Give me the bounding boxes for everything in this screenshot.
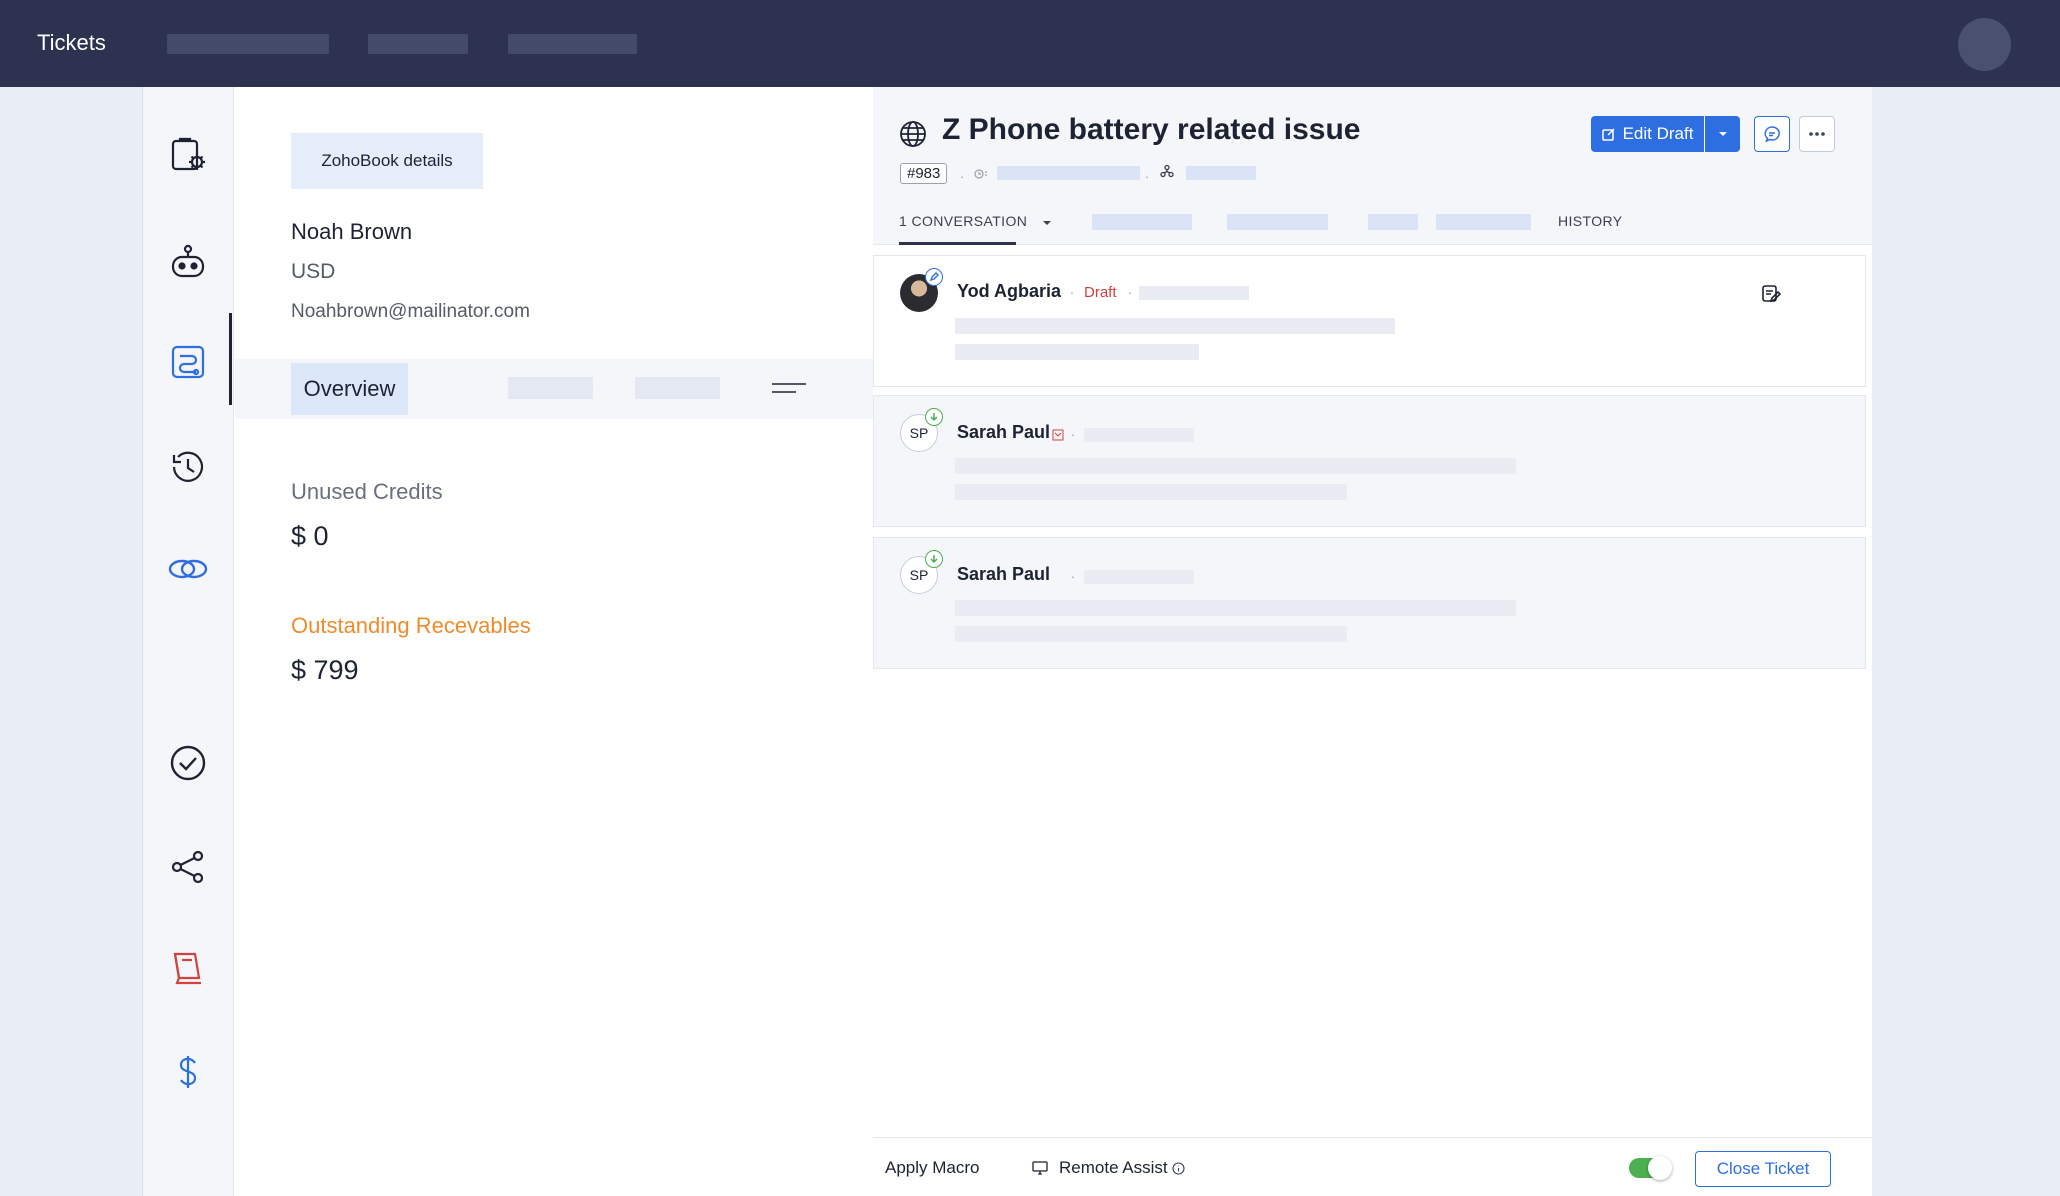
apply-macro-button[interactable]: Apply Macro <box>885 1158 979 1178</box>
dollar-icon[interactable] <box>165 1049 211 1095</box>
tab-conversation[interactable]: 1 CONVERSATION <box>899 213 1052 229</box>
close-ticket-button[interactable]: Close Ticket <box>1695 1151 1831 1187</box>
content-placeholder <box>955 600 1516 616</box>
app-title[interactable]: Tickets <box>37 30 106 56</box>
zohobook-details-chip[interactable]: ZohoBook details <box>291 133 483 189</box>
time-placeholder <box>1084 428 1194 442</box>
conversation-item[interactable]: SP Sarah Paul . <box>873 395 1866 527</box>
separator-dot: . <box>1071 565 1075 581</box>
tab-placeholder-6[interactable] <box>1436 214 1531 230</box>
history-icon[interactable] <box>165 444 211 490</box>
zoho-link-icon[interactable] <box>165 546 211 592</box>
book-icon[interactable] <box>165 945 211 991</box>
time-placeholder <box>1139 286 1249 300</box>
top-bar: Tickets <box>0 0 2060 87</box>
tab-placeholder-3[interactable] <box>1092 214 1192 230</box>
tab-overview[interactable]: Overview <box>291 363 408 415</box>
active-tab-underline <box>899 242 1016 245</box>
due-clock-icon <box>974 167 988 185</box>
more-options-button[interactable] <box>1799 116 1835 152</box>
chevron-down-icon <box>1718 132 1727 136</box>
tab-placeholder-5[interactable] <box>1368 214 1418 230</box>
extension-rail <box>143 87 234 1196</box>
incoming-icon <box>925 408 943 426</box>
tab-placeholder-2[interactable] <box>635 377 720 399</box>
nav-placeholder-2[interactable] <box>368 34 468 54</box>
team-icon <box>1160 164 1174 183</box>
comment-icon <box>1764 126 1780 143</box>
share-icon[interactable] <box>165 844 211 890</box>
ticket-title: Z Phone battery related issue <box>942 113 1361 146</box>
nav-placeholder-3[interactable] <box>508 34 637 54</box>
edit-icon <box>1601 128 1615 141</box>
comment-button[interactable] <box>1754 116 1790 152</box>
edit-draft-dropdown[interactable] <box>1705 116 1740 152</box>
separator-dot: . <box>1071 423 1075 439</box>
email-icon <box>1052 428 1064 446</box>
sender-name: Sarah Paul <box>957 422 1051 442</box>
tab-placeholder-4[interactable] <box>1227 214 1328 230</box>
separator-dot: . <box>1128 281 1132 297</box>
content-placeholder <box>955 458 1516 474</box>
ticket-panel: Z Phone battery related issue Edit Draft… <box>873 87 1872 1196</box>
remote-assist-button[interactable]: Remote Assist <box>1059 1158 1168 1178</box>
ticket-header: Z Phone battery related issue Edit Draft… <box>873 87 1872 245</box>
tab-menu-icon[interactable] <box>770 376 808 400</box>
customer-email[interactable]: Noahbrown@mailinator.com <box>291 301 530 323</box>
monitor-icon <box>1032 1161 1048 1180</box>
sender-name: Sarah Paul <box>957 564 1051 584</box>
toggle-knob <box>1648 1156 1672 1180</box>
edit-note-icon[interactable] <box>1761 284 1782 309</box>
status-toggle[interactable] <box>1629 1156 1672 1180</box>
tab-conversation-label: 1 CONVERSATION <box>899 213 1028 229</box>
chevron-down-icon <box>1042 221 1051 225</box>
content-placeholder <box>955 318 1395 334</box>
draft-status: Draft <box>1084 284 1117 301</box>
unused-credits-value: $ 0 <box>291 521 329 551</box>
more-icon <box>1809 132 1825 136</box>
blueprint-icon[interactable] <box>165 339 211 385</box>
separator-dot: . <box>1070 281 1074 297</box>
team-placeholder <box>1186 166 1256 180</box>
conversation-item[interactable]: Yod Agbaria . Draft . <box>873 255 1866 387</box>
clipboard-gear-icon[interactable] <box>165 132 211 178</box>
due-date-placeholder <box>997 166 1140 180</box>
separator-dot: . <box>1145 165 1149 181</box>
customer-tabs: Overview <box>235 359 873 419</box>
content-placeholder <box>955 344 1199 360</box>
separator-dot: . <box>960 165 964 181</box>
outstanding-value: $ 799 <box>291 655 359 685</box>
customer-panel: ZohoBook details Noah Brown USD Noahbrow… <box>235 87 873 1196</box>
check-circle-icon[interactable] <box>165 740 211 786</box>
ticket-footer: Apply Macro Remote Assist Close Ticket <box>873 1137 1872 1196</box>
tab-placeholder-1[interactable] <box>508 377 593 399</box>
edit-draft-label: Edit Draft <box>1622 124 1694 143</box>
bot-icon[interactable] <box>165 239 211 285</box>
tab-history[interactable]: HISTORY <box>1558 213 1623 229</box>
draft-pencil-icon <box>925 268 943 286</box>
content-placeholder <box>955 626 1347 642</box>
user-avatar[interactable] <box>1958 18 2011 71</box>
nav-placeholder-1[interactable] <box>167 34 329 54</box>
info-icon[interactable] <box>1172 1162 1185 1180</box>
customer-name: Noah Brown <box>291 219 413 244</box>
globe-icon <box>899 120 927 148</box>
ticket-id: #983 <box>900 163 948 184</box>
time-placeholder <box>1084 570 1194 584</box>
edit-draft-button[interactable]: Edit Draft <box>1591 116 1704 152</box>
outstanding-label: Outstanding Recevables <box>291 613 531 638</box>
incoming-icon <box>925 550 943 568</box>
sender-name: Yod Agbaria <box>957 281 1062 301</box>
customer-currency: USD <box>291 260 336 283</box>
unused-credits-label: Unused Credits <box>291 479 443 504</box>
active-indicator <box>229 313 232 405</box>
conversation-item[interactable]: SP Sarah Paul . <box>873 537 1866 669</box>
content-placeholder <box>955 484 1347 500</box>
